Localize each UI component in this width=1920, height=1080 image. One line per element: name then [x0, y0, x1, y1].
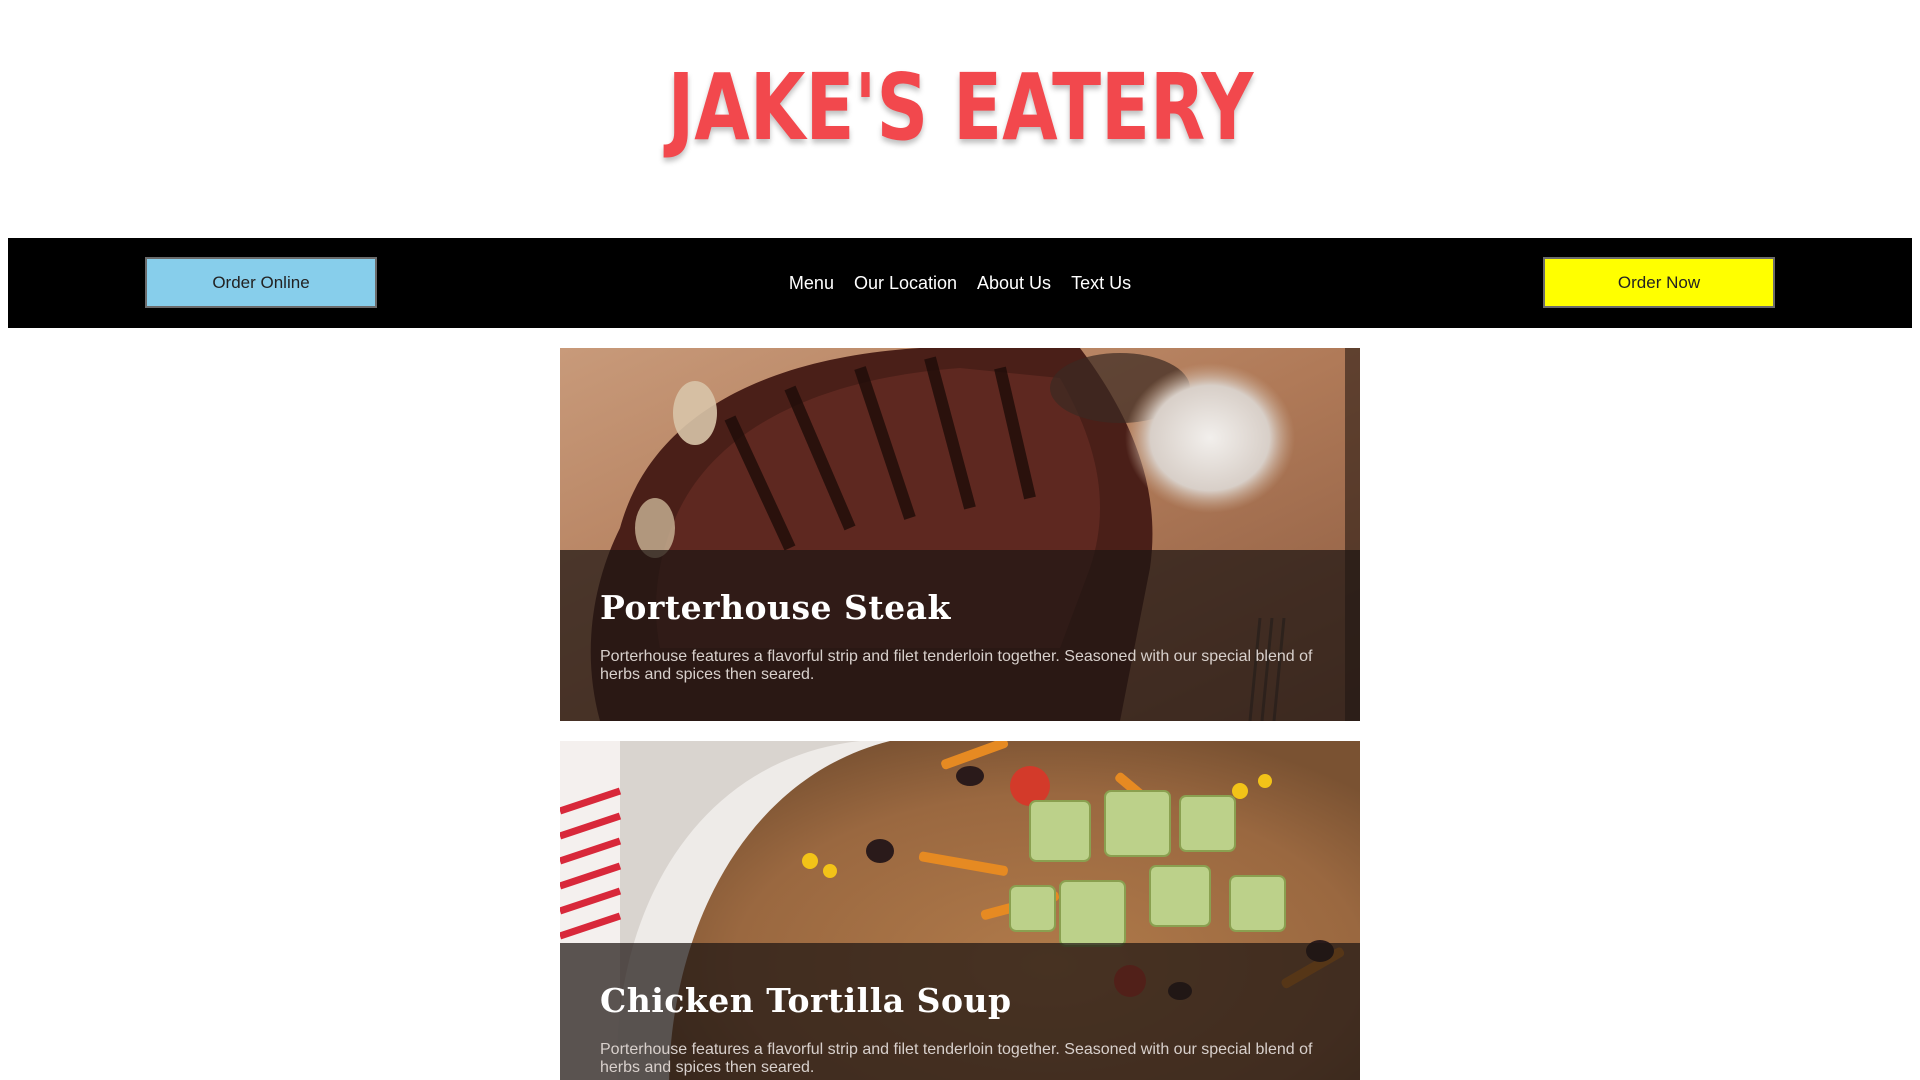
menu-item-description: Porterhouse features a flavorful strip a… — [600, 648, 1313, 683]
page: JAKE'S EATERY Order Online Menu Our Loca… — [0, 0, 1920, 1080]
menu-item-description: Porterhouse features a flavorful strip a… — [600, 1041, 1313, 1076]
menu-item-title: Chicken Tortilla Soup — [600, 981, 1012, 1020]
nav-link-menu[interactable]: Menu — [789, 273, 834, 294]
site-header: JAKE'S EATERY — [0, 62, 1920, 154]
site-logo[interactable]: JAKE'S EATERY — [667, 62, 1253, 154]
menu-card-porterhouse-steak[interactable]: Porterhouse Steak Porterhouse features a… — [560, 348, 1360, 721]
card-caption-overlay — [560, 550, 1360, 721]
menu-item-title: Porterhouse Steak — [600, 588, 951, 627]
nav-link-text-us[interactable]: Text Us — [1071, 273, 1131, 294]
order-online-button[interactable]: Order Online — [145, 257, 377, 308]
nav-link-our-location[interactable]: Our Location — [854, 273, 957, 294]
main-navbar: Order Online Menu Our Location About Us … — [8, 238, 1912, 328]
nav-link-about-us[interactable]: About Us — [977, 273, 1051, 294]
menu-card-chicken-tortilla-soup[interactable]: Chicken Tortilla Soup Porterhouse featur… — [560, 741, 1360, 1080]
order-now-button[interactable]: Order Now — [1543, 257, 1775, 308]
